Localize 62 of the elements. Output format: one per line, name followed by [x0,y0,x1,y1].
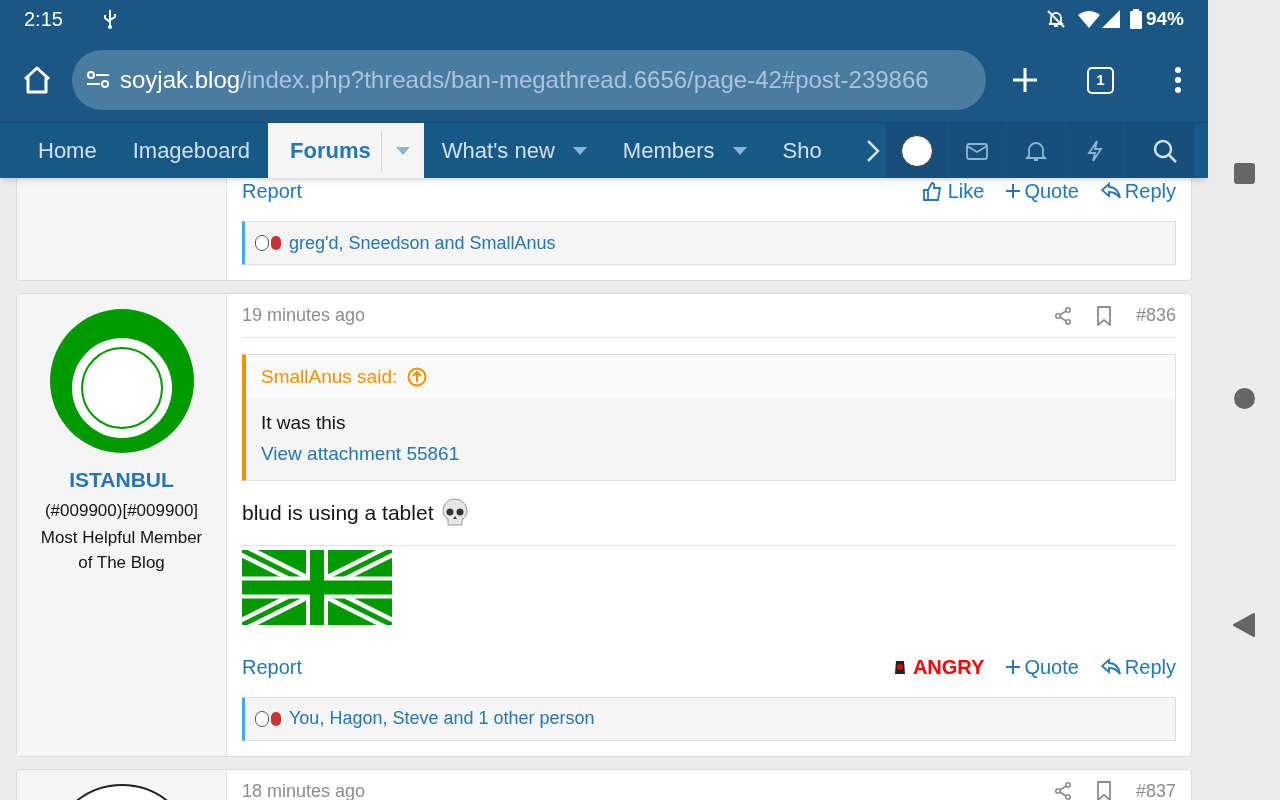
report-link[interactable]: Report [242,176,303,206]
share-icon[interactable] [1053,782,1072,800]
signal-icon [1101,10,1120,28]
quote-button[interactable]: Quote [1006,651,1079,682]
plus-icon [1006,184,1021,198]
avatar-icon [900,134,933,167]
post-time[interactable]: 19 minutes ago [242,302,366,329]
quote-text: It was this [261,411,347,435]
nav-tab[interactable]: What's new [423,123,605,178]
reaction-button[interactable]: Like [921,176,985,206]
reply-arrow-icon [1100,657,1121,676]
nav-tab[interactable]: Imageboard [114,123,269,178]
bookmark-icon[interactable] [1095,781,1112,800]
new-tab-icon[interactable] [1012,67,1038,93]
flag-image[interactable] [242,549,392,625]
home-button[interactable] [1233,388,1255,409]
muted-bell-icon [1045,9,1066,29]
battery-icon [1129,9,1142,29]
post-number[interactable]: #836 [1135,302,1176,329]
bookmark-icon[interactable] [1095,305,1112,326]
reply-button[interactable]: Reply [1100,651,1176,682]
report-link[interactable]: Report [242,651,303,682]
post-text: blud is using a tablet [242,500,434,526]
reaction-button[interactable]: ANGRY [892,651,985,682]
reply-button[interactable]: Reply [1100,176,1176,206]
reaction-icons [255,710,281,727]
username-link[interactable]: ISTANBUL [69,464,174,496]
reply-arrow-icon [1100,182,1121,200]
tab-switcher[interactable]: 1 [1087,66,1114,94]
clock-time: 2:15 [24,7,63,32]
quote-button[interactable]: Quote [1006,176,1079,206]
attachment-link[interactable]: View attachment 55861 [261,439,460,468]
menu-icon[interactable] [1174,67,1182,93]
skull-icon [441,497,470,528]
caret-icon[interactable] [732,146,747,155]
battery-percentage: 94% [1145,6,1184,31]
caret-icon[interactable] [572,146,587,155]
user-title: (#009900)[#009900] [44,499,199,522]
nav-tab[interactable]: Sho [764,123,840,178]
usb-icon [102,9,117,29]
reactions-summary-link[interactable]: greg'd, Sneedson and SmallAnus [289,229,556,257]
recents-button[interactable] [1233,163,1255,184]
nav-tab[interactable]: Members [604,123,765,178]
member-rank-text: Most Helpful Member of The Blog [39,527,204,574]
wifi-icon [1077,10,1100,28]
nav-tab[interactable]: Home [20,123,115,178]
reaction-icons [255,235,281,251]
reactions-summary-link[interactable]: You, Hagon, Steve and 1 other person [289,705,595,732]
post-number[interactable]: #837 [1135,777,1176,800]
share-icon[interactable] [1053,306,1072,325]
home-icon[interactable] [22,66,52,94]
thumbs-up-icon [921,181,942,201]
address-bar[interactable]: soyjak.blog/index.php?threads/ban-megathread.6656/page-42#post-239866 [72,50,986,110]
post-time[interactable]: 18 minutes ago [242,777,366,800]
plus-icon [1006,659,1021,674]
url-text: soyjak.blog/index.php?threads/ban-megathread.6656/page-42#post-239866 [120,65,929,95]
chevron-right-icon[interactable] [866,138,880,163]
site-settings-icon[interactable] [86,70,110,90]
back-button[interactable] [1233,613,1255,637]
search-icon[interactable] [1151,137,1178,164]
nav-tab[interactable]: Forums [268,123,424,178]
arrow-up-circle-icon[interactable] [407,367,428,387]
